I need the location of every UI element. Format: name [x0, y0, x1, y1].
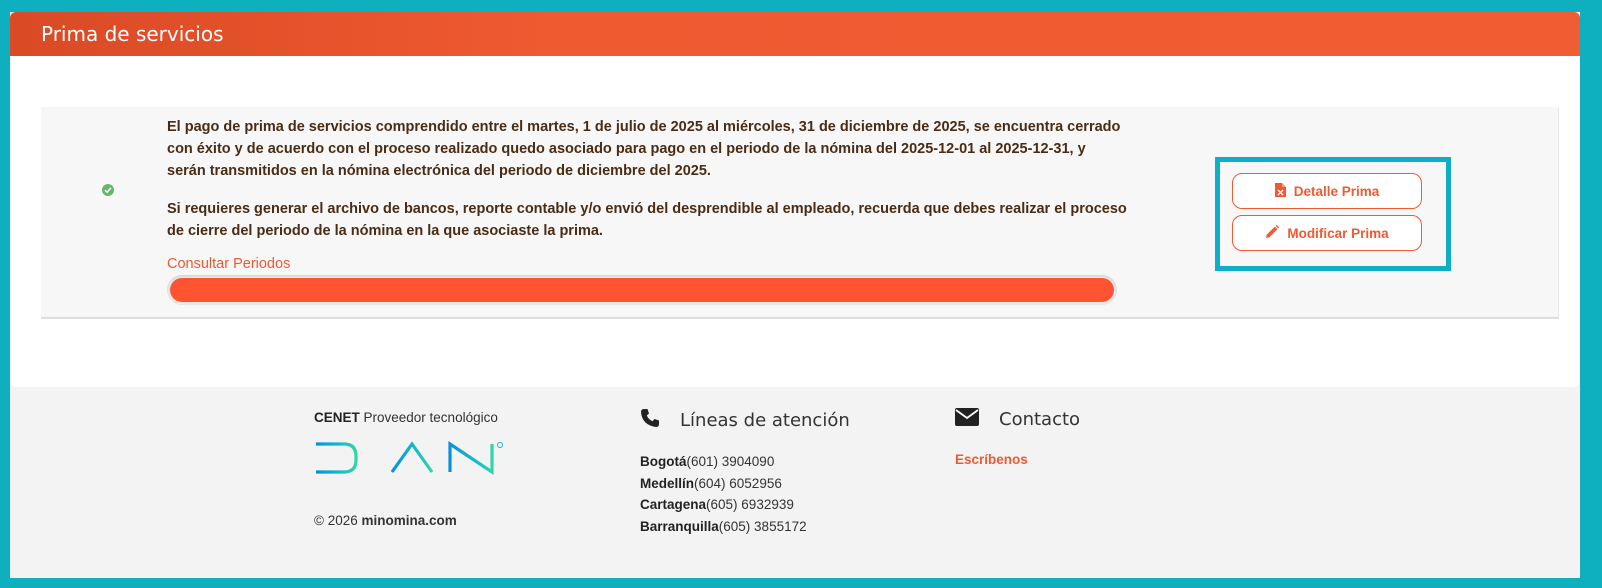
page-frame: Prima de servicios El pago de prima de s… — [10, 12, 1580, 578]
card-header: Prima de servicios — [10, 12, 1580, 56]
copyright-prefix: © 2026 — [314, 513, 362, 528]
modify-prima-button[interactable]: Modificar Prima — [1232, 215, 1422, 251]
line-phone: (604) 6052956 — [694, 475, 782, 491]
progress-bar-fill — [170, 278, 1114, 302]
notice-message: El pago de prima de servicios comprendid… — [167, 116, 1127, 242]
prima-card: Prima de servicios El pago de prima de s… — [10, 12, 1580, 387]
copyright: © 2026 minomina.com — [314, 513, 457, 528]
phone-line: Barranquilla(605) 3855172 — [640, 516, 807, 538]
detail-prima-button[interactable]: Detalle Prima — [1232, 173, 1422, 209]
lines-heading: Líneas de atención — [640, 408, 850, 433]
phone-icon — [640, 408, 660, 433]
modify-prima-label: Modificar Prima — [1287, 225, 1389, 241]
excel-file-icon — [1274, 182, 1286, 200]
notice-paragraph-1: El pago de prima de servicios comprendid… — [167, 119, 1121, 179]
provider-brand: CENET — [314, 410, 360, 425]
consult-periods-link[interactable]: Consultar Periodos — [167, 256, 290, 272]
copyright-site: minomina.com — [361, 513, 457, 528]
line-city: Medellín — [640, 475, 695, 491]
provider-text: CENET Proveedor tecnológico — [314, 410, 498, 425]
line-phone: (605) 3855172 — [718, 518, 807, 534]
phone-line: Medellín(604) 6052956 — [640, 473, 807, 495]
provider-description: Proveedor tecnológico — [359, 410, 498, 425]
phone-line: Cartagena(605) 6932939 — [640, 494, 807, 516]
write-us-link[interactable]: Escríbenos — [955, 452, 1028, 467]
envelope-icon — [955, 408, 979, 431]
phone-lines: Bogotá(601) 3904090 Medellín(604) 605295… — [640, 451, 807, 537]
line-phone: (601) 3904090 — [686, 454, 775, 469]
notice-paragraph-2: Si requieres generar el archivo de banco… — [167, 201, 1127, 239]
contact-heading: Contacto — [955, 408, 1080, 431]
actions-highlight-box: Detalle Prima Modificar Prima — [1215, 157, 1451, 271]
line-phone: (605) 6932939 — [706, 497, 794, 512]
contact-title: Contacto — [999, 409, 1081, 430]
page-title: Prima de servicios — [41, 22, 224, 46]
line-city: Barranquilla — [640, 518, 719, 534]
detail-prima-label: Detalle Prima — [1293, 183, 1380, 199]
line-city: Cartagena — [640, 497, 707, 512]
progress-bar — [167, 275, 1117, 305]
dian-logo — [314, 441, 504, 482]
footer: CENET Proveedor tecnológico © 2026 minom… — [10, 387, 1580, 578]
check-circle-icon — [102, 184, 114, 196]
phone-line: Bogotá(601) 3904090 — [640, 451, 807, 473]
lines-title: Líneas de atención — [680, 410, 850, 431]
line-city: Bogotá — [640, 454, 687, 469]
pencil-icon — [1265, 224, 1280, 242]
